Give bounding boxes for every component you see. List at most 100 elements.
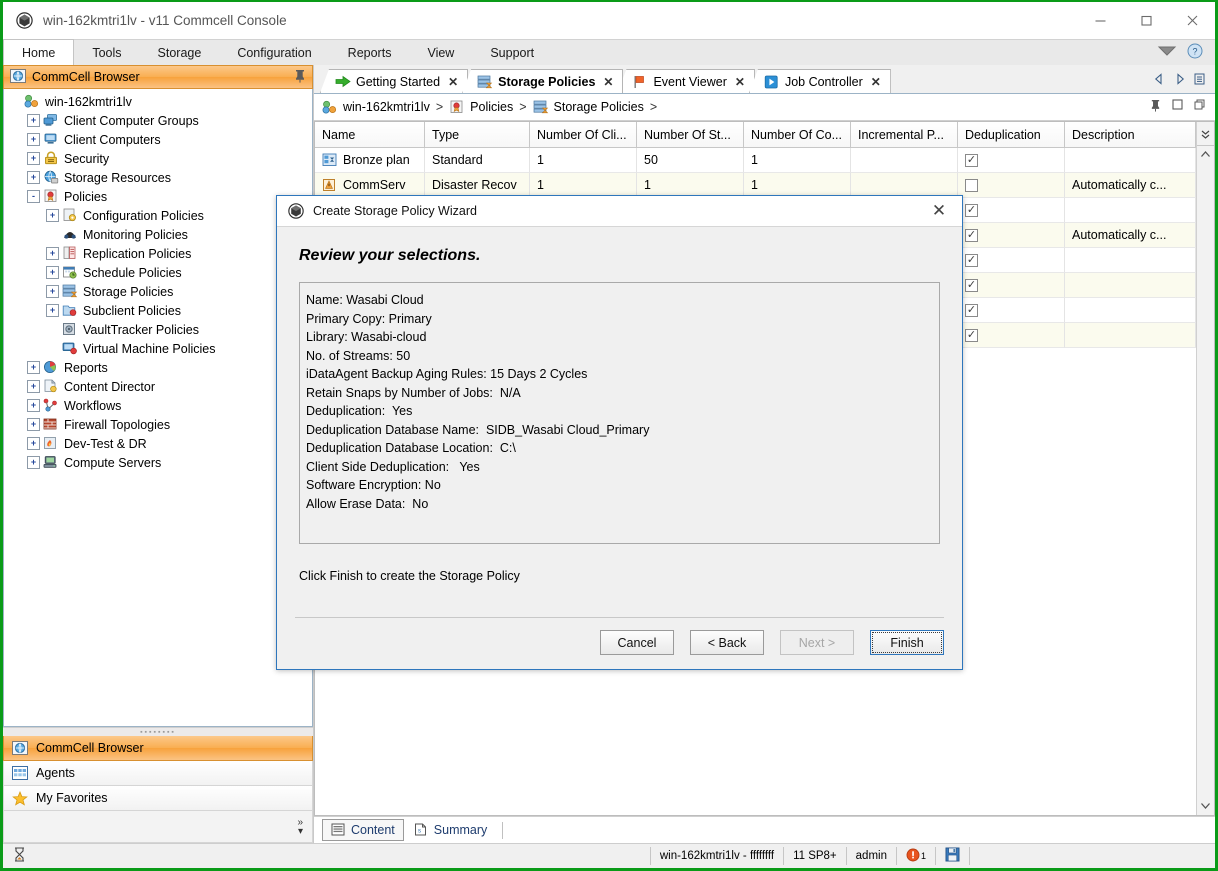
menu-item-configuration[interactable]: Configuration xyxy=(219,40,329,65)
alert-badge-icon[interactable] xyxy=(906,847,922,865)
column-header-incremental-p[interactable]: Incremental P... xyxy=(851,122,958,148)
expand-icon[interactable]: + xyxy=(46,285,59,298)
expand-icon[interactable]: + xyxy=(27,437,40,450)
menu-item-reports[interactable]: Reports xyxy=(330,40,410,65)
expand-icon[interactable]: + xyxy=(27,171,40,184)
sidebar-item-commcell-browser[interactable]: CommCell Browser xyxy=(3,736,313,761)
tree-item-virtual-machine-policies[interactable]: Virtual Machine Policies xyxy=(4,339,312,358)
menu-item-home[interactable]: Home xyxy=(3,39,75,65)
sidebar-item-agents[interactable]: Agents xyxy=(3,761,313,786)
back-button[interactable]: < Back xyxy=(690,630,764,655)
column-header-description[interactable]: Description xyxy=(1065,122,1196,148)
deduplication-checkbox[interactable]: ✓ xyxy=(965,153,978,167)
commcell-tree[interactable]: win-162kmtri1lv + Client Computer Groups + C… xyxy=(3,89,313,727)
menu-item-support[interactable]: Support xyxy=(472,40,552,65)
menu-item-tools[interactable]: Tools xyxy=(74,40,139,65)
tree-item-firewall-topologies[interactable]: + Firewall Topologies xyxy=(4,415,312,434)
tree-item-content-director[interactable]: + Content Director xyxy=(4,377,312,396)
grid-vertical-scrollbar[interactable] xyxy=(1196,122,1214,815)
column-header-number-of-cli[interactable]: Number Of Cli... xyxy=(530,122,637,148)
table-row[interactable]: Bronze plan Standard 1 50 1 ✓ xyxy=(315,148,1196,173)
expand-icon[interactable]: + xyxy=(27,418,40,431)
expand-icon[interactable]: + xyxy=(27,114,40,127)
cancel-button[interactable]: Cancel xyxy=(600,630,674,655)
status-alerts[interactable]: 1 xyxy=(895,847,935,865)
column-header-deduplication[interactable]: Deduplication xyxy=(958,122,1065,148)
tree-item-compute-servers[interactable]: + Compute Servers xyxy=(4,453,312,472)
help-icon[interactable]: ? xyxy=(1187,43,1203,62)
dropdown-arrow-icon[interactable] xyxy=(1157,45,1177,60)
tree-item-storage-policies[interactable]: + Storage Policies xyxy=(4,282,312,301)
expand-icon[interactable]: + xyxy=(46,266,59,279)
tree-item-schedule-policies[interactable]: + Schedule Policies xyxy=(4,263,312,282)
deduplication-checkbox[interactable]: ✓ xyxy=(965,253,978,267)
minimize-button[interactable] xyxy=(1077,2,1123,39)
column-header-number-of-st[interactable]: Number Of St... xyxy=(637,122,744,148)
expand-icon[interactable]: + xyxy=(27,152,40,165)
tree-item-configuration-policies[interactable]: + Configuration Policies xyxy=(4,206,312,225)
expand-icon[interactable]: + xyxy=(27,456,40,469)
tab-summary[interactable]: s Summary xyxy=(406,820,495,840)
maximize-button[interactable] xyxy=(1123,2,1169,39)
breadcrumb-item-storage-policies[interactable]: Storage Policies xyxy=(554,100,644,114)
expand-icon[interactable]: + xyxy=(27,399,40,412)
tree-item-monitoring-policies[interactable]: Monitoring Policies xyxy=(4,225,312,244)
tree-item-client-computer-groups[interactable]: + Client Computer Groups xyxy=(4,111,312,130)
tree-item-dev-test-dr[interactable]: + Dev-Test & DR xyxy=(4,434,312,453)
deduplication-checkbox[interactable]: ✓ xyxy=(965,203,978,217)
deduplication-checkbox[interactable] xyxy=(965,178,978,192)
tree-item-vaulttracker-policies[interactable]: VaultTracker Policies xyxy=(4,320,312,339)
tab-event-viewer[interactable]: Event Viewer ✕ xyxy=(617,69,755,93)
deduplication-checkbox[interactable]: ✓ xyxy=(965,278,978,292)
tree-item-client-computers[interactable]: + Client Computers xyxy=(4,130,312,149)
deduplication-checkbox[interactable]: ✓ xyxy=(965,328,978,342)
nav-right-icon[interactable] xyxy=(1174,73,1185,88)
tab-close-icon[interactable]: ✕ xyxy=(735,75,745,89)
tab-storage-policies[interactable]: Storage Policies ✕ xyxy=(462,69,624,93)
expand-icon[interactable]: + xyxy=(27,380,40,393)
save-disk-icon[interactable] xyxy=(945,847,960,865)
tree-item-policies[interactable]: - Policies xyxy=(4,187,312,206)
tab-job-controller[interactable]: Job Controller ✕ xyxy=(748,69,891,93)
tree-item-storage-resources[interactable]: + Storage Resources xyxy=(4,168,312,187)
finish-button[interactable]: Finish xyxy=(870,630,944,655)
breadcrumb-item-commcell[interactable]: win-162kmtri1lv xyxy=(343,100,430,114)
expand-icon[interactable]: + xyxy=(46,247,59,260)
scroll-down-button[interactable] xyxy=(1200,801,1211,813)
column-header-number-of-co[interactable]: Number Of Co... xyxy=(744,122,851,148)
tab-close-icon[interactable]: ✕ xyxy=(871,75,881,89)
close-button[interactable] xyxy=(1169,2,1215,39)
maximize-pane-icon[interactable] xyxy=(1172,99,1183,115)
restore-pane-icon[interactable] xyxy=(1194,99,1205,115)
tab-list-icon[interactable] xyxy=(1194,73,1205,88)
expand-icon[interactable]: + xyxy=(46,304,59,317)
sidebar-item-my-favorites[interactable]: My Favorites xyxy=(3,786,313,811)
tree-item-win-162kmtri1lv[interactable]: win-162kmtri1lv xyxy=(4,92,312,111)
menu-item-view[interactable]: View xyxy=(409,40,472,65)
tab-getting-started[interactable]: Getting Started ✕ xyxy=(320,69,469,93)
scroll-up-button[interactable] xyxy=(1200,150,1211,162)
menu-item-storage[interactable]: Storage xyxy=(140,40,220,65)
nav-left-icon[interactable] xyxy=(1154,73,1165,88)
sidebar-overflow[interactable]: » ▾ xyxy=(3,811,313,843)
pin-icon[interactable] xyxy=(294,69,306,86)
expand-icon[interactable]: + xyxy=(27,133,40,146)
dialog-close-button[interactable]: ✕ xyxy=(916,196,962,227)
sidebar-splitter[interactable]: ▪▪▪▪▪▪▪▪ xyxy=(3,727,313,736)
tree-item-replication-policies[interactable]: + Replication Policies xyxy=(4,244,312,263)
status-save[interactable] xyxy=(935,847,970,865)
expand-icon[interactable]: + xyxy=(27,361,40,374)
tree-item-subclient-policies[interactable]: + Subclient Policies xyxy=(4,301,312,320)
tree-item-security[interactable]: + Security xyxy=(4,149,312,168)
column-header-type[interactable]: Type xyxy=(425,122,530,148)
pin-icon[interactable] xyxy=(1150,99,1161,115)
expand-icon[interactable]: + xyxy=(46,209,59,222)
column-chooser-icon[interactable] xyxy=(1197,124,1214,146)
breadcrumb-item-policies[interactable]: Policies xyxy=(470,100,513,114)
tab-content[interactable]: Content xyxy=(322,819,404,841)
collapse-icon[interactable]: - xyxy=(27,190,40,203)
chevron-down-icon[interactable]: ▾ xyxy=(298,826,303,836)
tab-close-icon[interactable]: ✕ xyxy=(603,75,613,89)
tree-item-workflows[interactable]: + Workflows xyxy=(4,396,312,415)
deduplication-checkbox[interactable]: ✓ xyxy=(965,228,978,242)
